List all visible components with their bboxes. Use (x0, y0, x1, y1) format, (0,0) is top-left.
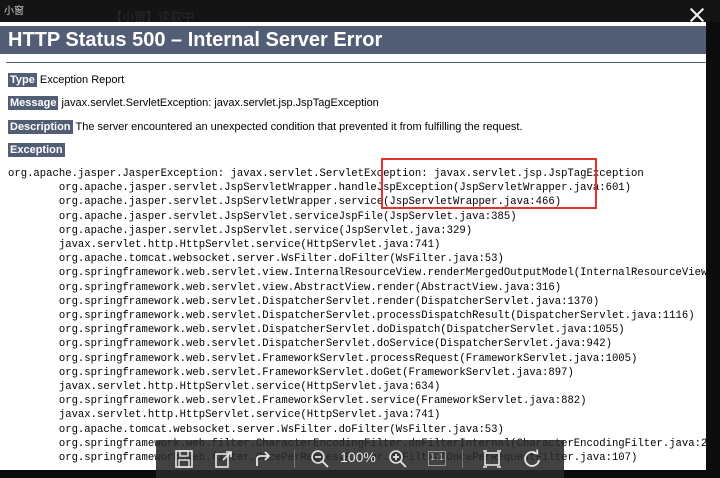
zoom-out-icon[interactable] (310, 449, 330, 469)
stack-trace-line: javax.servlet.http.HttpServlet.service(H… (8, 239, 441, 252)
stack-trace-line: org.apache.jasper.servlet.JspServlet.ser… (8, 210, 517, 223)
message-row: Message javax.servlet.ServletException: j… (8, 96, 379, 110)
type-row: Type Exception Report (8, 73, 125, 87)
toolbar-separator (294, 450, 295, 468)
toolbar-separator (462, 450, 463, 468)
stack-trace-line: org.springframework.web.servlet.Framewor… (8, 366, 574, 379)
stack-trace-line: org.springframework.web.servlet.Dispatch… (8, 310, 695, 323)
page-title: HTTP Status 500 – Internal Server Error (0, 26, 706, 54)
stack-trace-line: javax.servlet.http.HttpServlet.service(H… (8, 381, 441, 394)
description-row: Description The server encountered an une… (8, 120, 523, 134)
exception-row: Exception (8, 143, 68, 157)
stack-trace-line: org.springframework.web.servlet.Dispatch… (8, 338, 612, 351)
divider (6, 62, 706, 63)
stack-trace-line: org.springframework.web.servlet.Framewor… (8, 395, 587, 408)
message-label: Message (8, 96, 59, 110)
viewer-toolbar: 100% 1:1 (156, 440, 564, 478)
stack-trace-line: org.springframework.web.servlet.view.Int… (8, 267, 706, 280)
stack-trace-line: org.apache.tomcat.websocket.server.WsFil… (8, 253, 504, 266)
save-icon[interactable] (174, 449, 194, 469)
description-value: The server encountered an unexpected con… (75, 121, 523, 133)
exception-label: Exception (8, 143, 65, 157)
stack-trace-line: org.springframework.web.servlet.view.Abs… (8, 281, 562, 294)
stack-trace-line: org.apache.jasper.servlet.JspServlet.ser… (8, 224, 473, 237)
stack-trace-line: org.springframework.web.servlet.Dispatch… (8, 324, 625, 337)
stack-trace-line: org.springframework.web.servlet.Framewor… (8, 352, 638, 365)
type-value: Exception Report (39, 74, 125, 86)
export-icon[interactable] (214, 449, 234, 469)
zoom-level: 100% (340, 449, 376, 465)
rotate-icon[interactable] (522, 449, 542, 469)
actual-size-icon[interactable]: 1:1 (428, 451, 446, 466)
error-page: HTTP Status 500 – Internal Server Error … (0, 22, 706, 470)
highlight-box (381, 158, 597, 209)
description-label: Description (8, 120, 73, 134)
zoom-in-icon[interactable] (388, 449, 408, 469)
share-icon[interactable] (254, 449, 274, 469)
scrollbar[interactable] (706, 22, 720, 470)
stack-trace-line: javax.servlet.http.HttpServlet.service(H… (8, 409, 441, 422)
stack-trace-line: org.apache.jasper.JasperException: javax… (8, 168, 644, 180)
stack-trace-line: org.apache.jasper.servlet.JspServletWrap… (8, 182, 632, 195)
type-label: Type (8, 73, 37, 87)
stack-trace-line: org.springframework.web.servlet.Dispatch… (8, 295, 600, 308)
stack-trace-line: org.apache.jasper.servlet.JspServletWrap… (8, 196, 562, 209)
viewer-mini-label: 小窗 (4, 6, 24, 17)
stack-trace: org.apache.jasper.JasperException: javax… (8, 167, 706, 465)
fullscreen-icon[interactable] (482, 449, 502, 469)
stack-trace-line: org.apache.tomcat.websocket.server.WsFil… (8, 423, 504, 436)
message-value: javax.servlet.ServletException: javax.se… (61, 97, 379, 109)
